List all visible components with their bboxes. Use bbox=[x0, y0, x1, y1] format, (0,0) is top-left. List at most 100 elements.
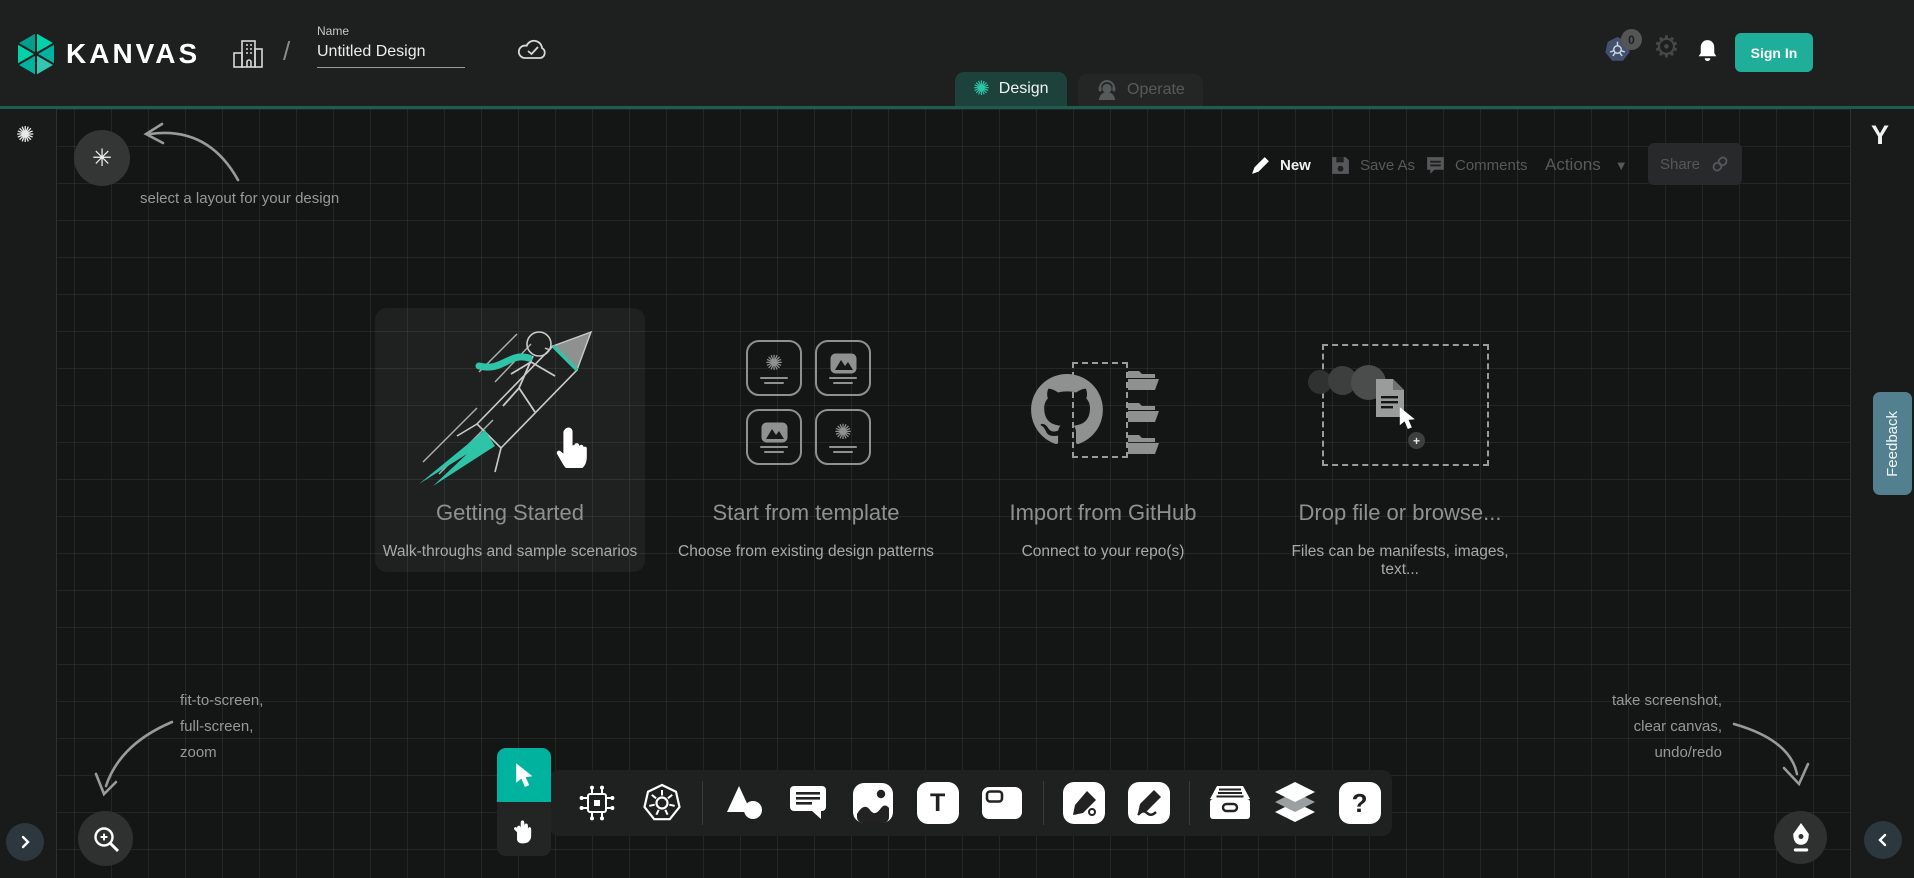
component-tool-button[interactable] bbox=[575, 773, 620, 833]
pen-tool-button[interactable] bbox=[1062, 773, 1107, 833]
template-tile-image bbox=[746, 409, 802, 465]
toolbar-divider bbox=[1043, 781, 1044, 825]
spiral-icon: ✺ bbox=[765, 353, 783, 374]
save-as-button[interactable]: Save As bbox=[1330, 150, 1415, 180]
notifications-bell-icon[interactable] bbox=[1696, 38, 1719, 64]
screenshot-hint-arrow bbox=[1724, 712, 1819, 800]
design-tab-label: Design bbox=[999, 80, 1049, 98]
kubernetes-context-button[interactable]: 0 bbox=[1604, 36, 1631, 63]
share-button[interactable]: Share bbox=[1648, 143, 1742, 185]
pen-glyph bbox=[1063, 782, 1105, 824]
magnifier-plus-icon bbox=[91, 824, 121, 854]
meshery-spiral-icon[interactable]: ✺ bbox=[16, 124, 34, 146]
design-name-field[interactable]: Name Untitled Design bbox=[317, 24, 465, 68]
help-tool-button[interactable]: ? bbox=[1337, 773, 1382, 833]
github-icon bbox=[1031, 374, 1103, 444]
screenshot-hint-text: take screenshot, clear canvas, undo/redo bbox=[1592, 688, 1722, 766]
repo-folders bbox=[1127, 368, 1161, 455]
expand-left-panel-button[interactable] bbox=[6, 823, 44, 861]
layers-tool-button[interactable] bbox=[1273, 773, 1318, 833]
name-field-label: Name bbox=[317, 24, 465, 38]
drop-file-subtitle: Files can be manifests, images, text... bbox=[1275, 543, 1525, 579]
layout-selector-button[interactable]: ✳ bbox=[74, 130, 130, 186]
getting-started-card[interactable]: Getting Started Walk-throughs and sample… bbox=[375, 308, 645, 572]
template-tile-image bbox=[815, 340, 871, 396]
image-tool-button[interactable] bbox=[851, 773, 896, 833]
canvas-actions-button[interactable] bbox=[1774, 811, 1827, 864]
hand-pan-icon bbox=[510, 814, 538, 844]
chevron-down-icon: ▼ bbox=[1615, 158, 1628, 173]
shapes-tool-button[interactable] bbox=[721, 773, 766, 833]
template-tiles: ✺ ✺ bbox=[746, 340, 871, 465]
getting-started-title: Getting Started bbox=[375, 500, 645, 526]
start-from-template-card[interactable]: ✺ ✺ Start from template Choose from exis… bbox=[672, 308, 940, 572]
import-from-github-card[interactable]: Import from GitHub Connect to your repo(… bbox=[975, 308, 1231, 572]
comment-tool-button[interactable] bbox=[786, 773, 831, 833]
spiral-icon: ✺ bbox=[834, 422, 852, 443]
image-icon bbox=[830, 353, 857, 374]
breadcrumb-separator: / bbox=[283, 36, 290, 67]
cloud-saved-icon bbox=[515, 36, 551, 64]
select-tool-button[interactable] bbox=[497, 748, 551, 802]
plus-badge-icon: + bbox=[1408, 432, 1425, 449]
comment-icon bbox=[1425, 155, 1446, 176]
settings-gear-icon[interactable]: ⚙ bbox=[1653, 30, 1680, 65]
start-from-template-subtitle: Choose from existing design patterns bbox=[672, 543, 940, 561]
kanvas-logo-icon bbox=[12, 30, 60, 78]
brand-wordmark: KANVAS bbox=[66, 38, 200, 70]
organization-icon[interactable] bbox=[230, 36, 266, 72]
pan-tool-button[interactable] bbox=[497, 802, 551, 856]
folder-icon bbox=[1127, 368, 1161, 391]
getting-started-subtitle: Walk-throughs and sample scenarios bbox=[375, 543, 645, 561]
feedback-tab[interactable]: Feedback bbox=[1873, 392, 1912, 495]
tab-operate[interactable]: Operate bbox=[1078, 74, 1203, 106]
hand-cursor-icon bbox=[555, 426, 591, 468]
tab-design[interactable]: ✺ Design bbox=[955, 72, 1067, 106]
import-from-github-subtitle: Connect to your repo(s) bbox=[975, 543, 1231, 561]
cursor-arrow-icon bbox=[512, 762, 536, 788]
zoom-hint-text: fit-to-screen, full-screen, zoom bbox=[180, 688, 263, 766]
note-tool-button[interactable] bbox=[980, 773, 1025, 833]
sign-in-button[interactable]: Sign In bbox=[1735, 33, 1813, 72]
kubernetes-tool-button[interactable] bbox=[640, 773, 685, 833]
app-header: KANVAS / Name Untitled Design ✺ Design bbox=[0, 0, 1914, 106]
drop-file-card[interactable]: + Drop file or browse... Files can be ma… bbox=[1275, 308, 1525, 572]
left-dock bbox=[0, 109, 57, 878]
pencil-glyph bbox=[1128, 782, 1170, 824]
collapse-right-panel-button[interactable] bbox=[1864, 821, 1902, 859]
text-tool-button[interactable]: T bbox=[915, 773, 960, 833]
question-mark-glyph: ? bbox=[1339, 782, 1381, 824]
start-from-template-title: Start from template bbox=[672, 500, 940, 526]
drop-file-title: Drop file or browse... bbox=[1275, 500, 1525, 526]
import-from-github-title: Import from GitHub bbox=[975, 500, 1231, 526]
bottom-toolbar: T bbox=[549, 770, 1392, 836]
cursor-arrow-icon bbox=[1397, 406, 1417, 430]
actions-dropdown[interactable]: Actions ▼ bbox=[1545, 150, 1628, 180]
pencil-tool-button[interactable] bbox=[1126, 773, 1171, 833]
text-T-glyph: T bbox=[917, 782, 959, 824]
comments-button[interactable]: Comments bbox=[1425, 150, 1528, 180]
floppy-save-icon bbox=[1330, 155, 1351, 176]
pen-nib-icon bbox=[1788, 822, 1814, 853]
new-design-button[interactable]: New bbox=[1250, 150, 1311, 180]
pencil-new-icon bbox=[1250, 155, 1271, 176]
pointer-tool-group bbox=[497, 748, 551, 856]
image-icon bbox=[761, 422, 788, 443]
operate-tab-label: Operate bbox=[1127, 81, 1185, 99]
design-name-input[interactable]: Untitled Design bbox=[317, 43, 465, 68]
snowflake-layout-icon: ✳ bbox=[92, 144, 112, 173]
y-dock-icon: Y bbox=[1871, 120, 1889, 151]
toolbar-divider bbox=[1189, 781, 1190, 825]
zoom-controls-button[interactable] bbox=[78, 811, 133, 866]
zoom-hint-arrow bbox=[92, 712, 184, 808]
kubernetes-count-badge: 0 bbox=[1621, 29, 1642, 50]
operate-tab-icon bbox=[1096, 79, 1118, 101]
template-tile-design: ✺ bbox=[815, 409, 871, 465]
drawer-tool-button[interactable] bbox=[1208, 773, 1253, 833]
share-link-icon bbox=[1710, 154, 1730, 174]
layout-hint-text: select a layout for your design bbox=[140, 186, 339, 212]
toolbar-divider bbox=[702, 781, 703, 825]
design-tab-icon: ✺ bbox=[973, 79, 990, 99]
dropzone-dashed-frame bbox=[1322, 344, 1489, 466]
template-tile-design: ✺ bbox=[746, 340, 802, 396]
